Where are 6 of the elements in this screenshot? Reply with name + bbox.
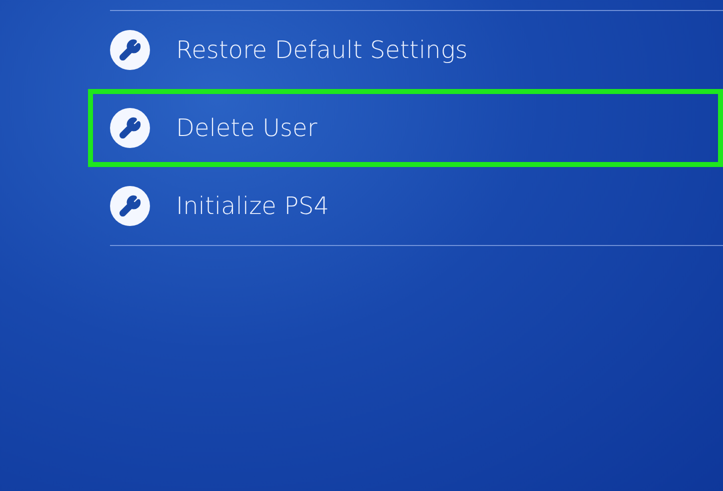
- wrench-icon: [110, 108, 150, 148]
- menu-item[interactable]: Restore Default Settings: [88, 11, 723, 89]
- wrench-icon: [110, 186, 150, 226]
- wrench-icon: [110, 30, 150, 70]
- menu-item[interactable]: Initialize PS4: [88, 167, 723, 245]
- menu-item[interactable]: Delete User: [88, 89, 723, 167]
